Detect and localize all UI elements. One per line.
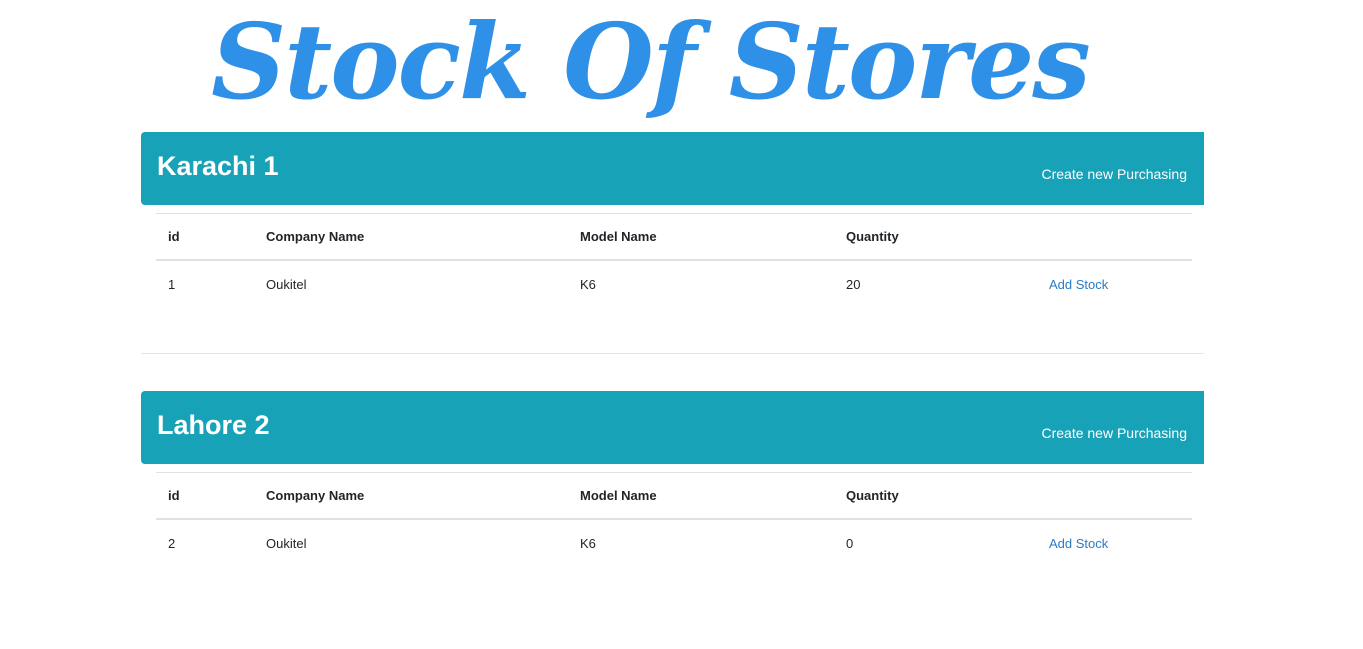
store-header: Karachi 1 Create new Purchasing [141, 132, 1204, 205]
cell-action: Add Stock [1037, 519, 1192, 566]
column-header-company: Company Name [254, 472, 568, 520]
create-purchasing-link[interactable]: Create new Purchasing [1041, 425, 1187, 441]
cell-quantity: 0 [846, 535, 854, 551]
cell-company: Oukitel [266, 535, 307, 551]
column-header-quantity: Quantity [834, 472, 1037, 520]
cell-action: Add Stock [1037, 260, 1192, 307]
add-stock-link[interactable]: Add Stock [1049, 536, 1108, 551]
table-row: 1 Oukitel K6 20 Add Stock [156, 260, 1192, 307]
column-header-model: Model Name [568, 213, 834, 261]
cell-model: K6 [580, 535, 596, 551]
column-header-action [1037, 213, 1192, 261]
column-header-quantity: Quantity [834, 213, 1037, 261]
section-divider [141, 353, 1204, 354]
column-header-company: Company Name [254, 213, 568, 261]
table-header-row: id Company Name Model Name Quantity [156, 472, 1192, 520]
create-purchasing-link[interactable]: Create new Purchasing [1041, 166, 1187, 182]
store-name: Lahore 2 [157, 410, 270, 440]
column-header-action [1037, 472, 1192, 520]
stock-table: id Company Name Model Name Quantity 2 Ou… [156, 472, 1192, 566]
page: Stock Of Stores Karachi 1 Create new Pur… [0, 0, 1363, 649]
store-section-lahore: Lahore 2 Create new Purchasing id Compan… [141, 391, 1204, 566]
column-header-model: Model Name [568, 472, 834, 520]
column-header-id: id [156, 472, 254, 520]
add-stock-link[interactable]: Add Stock [1049, 277, 1108, 292]
column-header-id: id [156, 213, 254, 261]
stock-table: id Company Name Model Name Quantity 1 Ou… [156, 213, 1192, 307]
cell-id: 2 [168, 535, 176, 551]
store-section-karachi: Karachi 1 Create new Purchasing id Compa… [141, 132, 1204, 307]
table-header-row: id Company Name Model Name Quantity [156, 213, 1192, 261]
cell-company: Oukitel [266, 276, 307, 292]
cell-id: 1 [168, 276, 176, 292]
store-name: Karachi 1 [157, 151, 279, 181]
cell-quantity: 20 [846, 276, 861, 292]
table-row: 2 Oukitel K6 0 Add Stock [156, 519, 1192, 566]
page-title: Stock Of Stores [211, 0, 1091, 123]
cell-model: K6 [580, 276, 596, 292]
store-header: Lahore 2 Create new Purchasing [141, 391, 1204, 464]
